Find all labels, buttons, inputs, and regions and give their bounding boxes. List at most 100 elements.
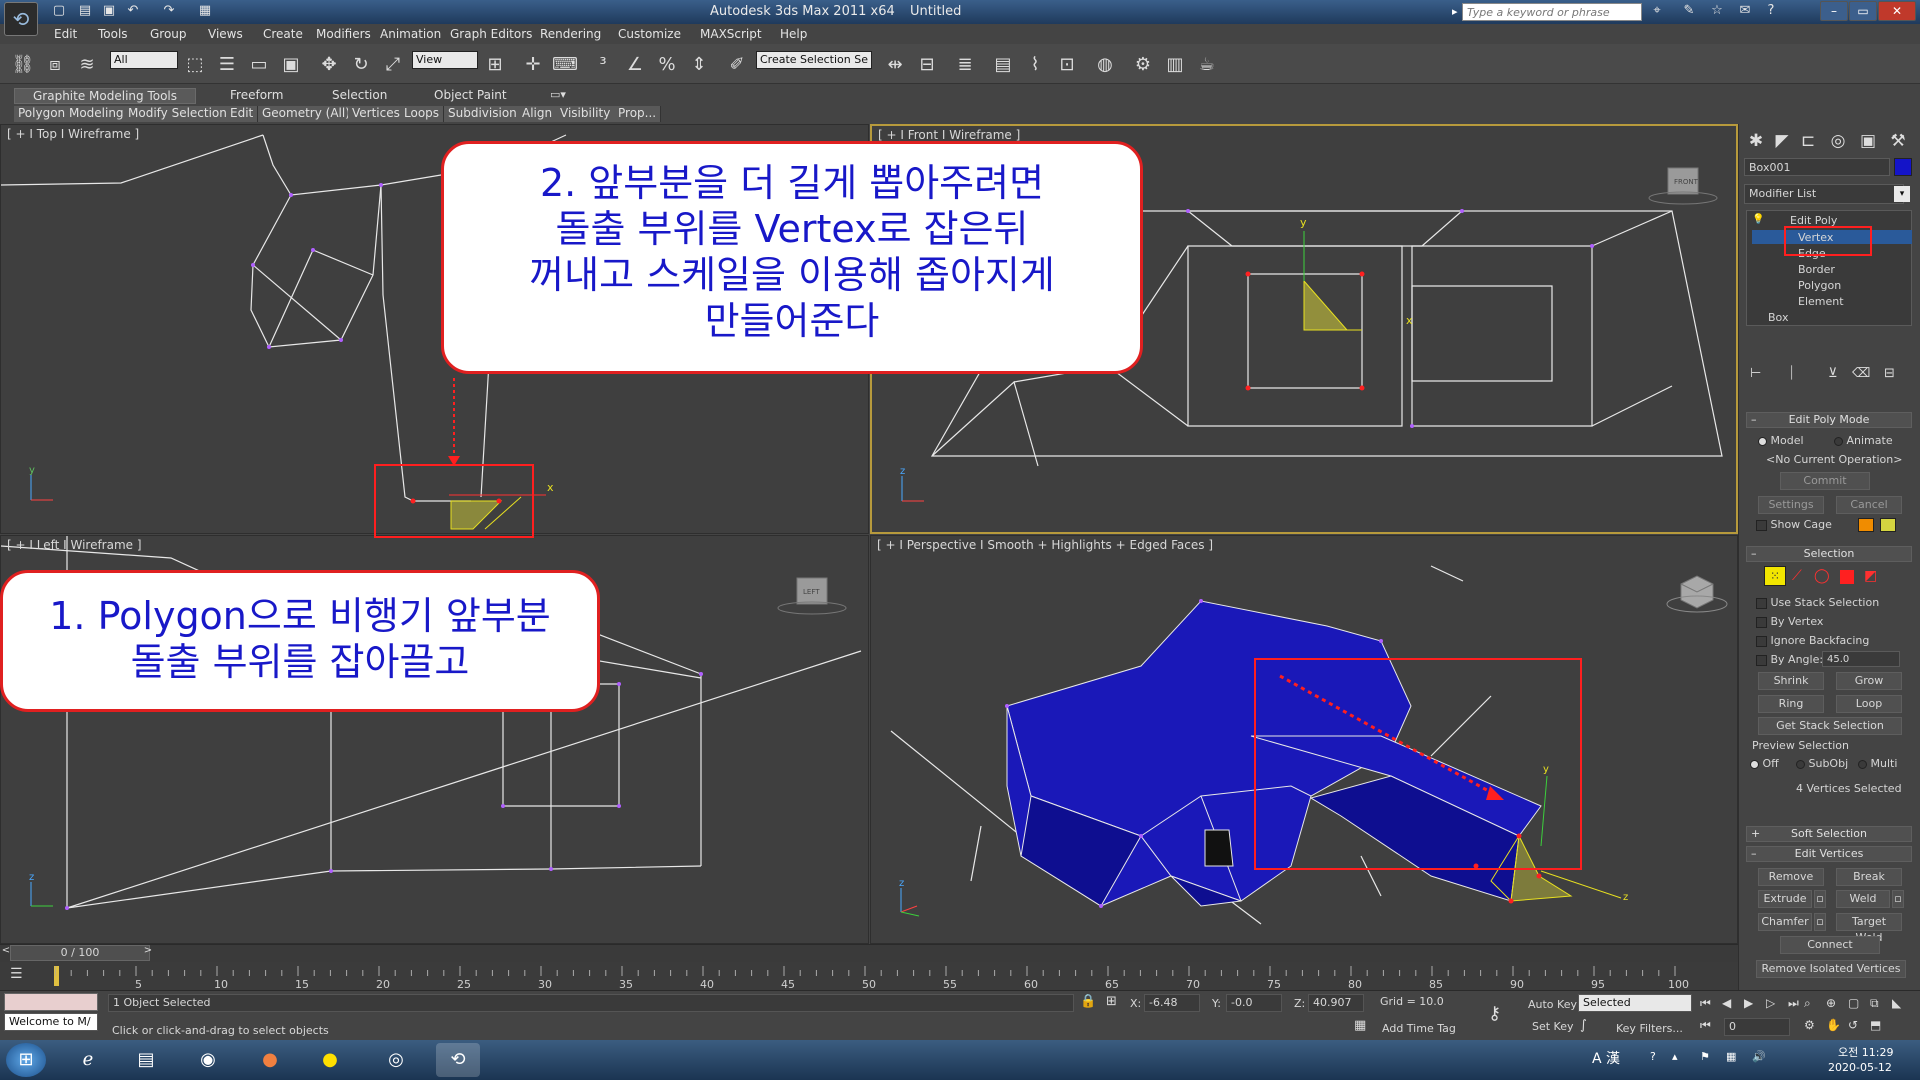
- binoculars-icon[interactable]: ⌖: [1648, 3, 1666, 19]
- ribbon-options-icon[interactable]: ▭▾: [550, 88, 566, 101]
- radio-animate[interactable]: Animate: [1834, 434, 1893, 447]
- select-object-icon[interactable]: ⬚: [182, 52, 208, 78]
- by-angle-checkbox[interactable]: By Angle:: [1756, 653, 1823, 666]
- connect-button[interactable]: Connect: [1780, 936, 1880, 954]
- preview-subobj-dot[interactable]: [1796, 759, 1805, 769]
- object-color-swatch[interactable]: [1894, 158, 1912, 176]
- viewport-top-label[interactable]: [ + Ι Top Ι Wireframe ]: [7, 127, 139, 141]
- field-of-view-icon[interactable]: ◣: [1892, 996, 1901, 1010]
- rollout-edit-vertices[interactable]: – Edit Vertices: [1746, 846, 1912, 862]
- taskbar-date[interactable]: 2020-05-12: [1828, 1061, 1892, 1074]
- show-cage-box[interactable]: [1756, 519, 1767, 531]
- ribbon-tab-freeform[interactable]: Freeform: [230, 88, 283, 104]
- zoom-extents-all-icon[interactable]: ⧉: [1870, 996, 1879, 1011]
- ring-button[interactable]: Ring: [1758, 695, 1824, 713]
- time-slider-track[interactable]: [0, 944, 1738, 962]
- menu-graph-editors[interactable]: Graph Editors: [450, 27, 532, 41]
- vertex-mode-icon[interactable]: ⁙: [1764, 566, 1786, 586]
- viewcube-front-face[interactable]: FRONT: [1674, 178, 1698, 186]
- chrome-icon[interactable]: ◉: [186, 1043, 230, 1077]
- extrude-button[interactable]: Extrude: [1758, 890, 1812, 908]
- layer-manager-icon[interactable]: ≣: [952, 52, 978, 78]
- loop-button[interactable]: Loop: [1836, 695, 1902, 713]
- reference-coordinate-dropdown[interactable]: View: [412, 51, 478, 69]
- taskbar-time[interactable]: 오전 11:29: [1838, 1044, 1893, 1060]
- modify-tab-icon[interactable]: ◤: [1770, 130, 1794, 152]
- cage-selected-color-swatch[interactable]: [1880, 518, 1896, 532]
- search-toggle-icon[interactable]: ▸: [1452, 5, 1458, 18]
- motion-tab-icon[interactable]: ◎: [1826, 130, 1850, 152]
- keyboard-shortcut-icon[interactable]: ⌨: [552, 52, 578, 78]
- by-vertex-checkbox[interactable]: By Vertex: [1756, 615, 1823, 628]
- commit-button[interactable]: Commit: [1780, 472, 1870, 490]
- viewport-left-label[interactable]: [ + Ι Left Ι Wireframe ]: [7, 538, 142, 552]
- pivot-center-icon[interactable]: ⊞: [482, 52, 508, 78]
- pin-stack-icon[interactable]: ⊢: [1750, 366, 1761, 381]
- save-icon[interactable]: ▣: [100, 3, 118, 19]
- cancel-button[interactable]: Cancel: [1836, 496, 1902, 514]
- weld-settings-icon[interactable]: ▫: [1892, 890, 1904, 908]
- search-input[interactable]: Type a keyword or phrase: [1462, 3, 1642, 21]
- break-button[interactable]: Break: [1836, 868, 1902, 886]
- remove-button[interactable]: Remove: [1758, 868, 1824, 886]
- mirror-icon[interactable]: ⇹: [882, 52, 908, 78]
- edit-named-selection-icon[interactable]: ✐: [724, 52, 750, 78]
- time-slider-thumb[interactable]: 0 / 100: [10, 945, 150, 961]
- bind-space-warp-icon[interactable]: ≋: [74, 52, 100, 78]
- time-tag-icon[interactable]: ▦: [1354, 1018, 1366, 1033]
- y-coordinate-field[interactable]: -0.0: [1226, 994, 1282, 1012]
- stack-item-box[interactable]: Box: [1768, 311, 1788, 324]
- rendered-frame-icon[interactable]: ▥: [1162, 52, 1188, 78]
- play-icon[interactable]: ▶: [1744, 996, 1753, 1010]
- by-angle-box[interactable]: [1756, 654, 1767, 666]
- redo-icon[interactable]: ↷: [160, 3, 178, 19]
- subtab-loops[interactable]: Loops: [400, 106, 445, 122]
- selection-filter-dropdown[interactable]: All: [110, 51, 178, 69]
- key-mode-dropdown[interactable]: Selected: [1578, 994, 1692, 1012]
- hierarchy-tab-icon[interactable]: ⊏: [1796, 130, 1820, 152]
- time-config-icon[interactable]: ⚙: [1804, 1018, 1815, 1032]
- key-filter-curve-icon[interactable]: ∫: [1580, 1018, 1587, 1033]
- key-mode-toggle-icon[interactable]: ⏮: [1700, 1018, 1711, 1033]
- menu-views[interactable]: Views: [208, 27, 243, 41]
- perspective-viewcube[interactable]: [1666, 575, 1728, 613]
- go-to-end-icon[interactable]: ⏭: [1788, 996, 1799, 1011]
- tray-network-icon[interactable]: ▦: [1726, 1050, 1736, 1063]
- go-to-start-icon[interactable]: ⏮: [1700, 996, 1711, 1011]
- communication-icon[interactable]: ✉: [1736, 3, 1754, 19]
- make-unique-icon[interactable]: ⊻: [1828, 366, 1838, 381]
- percent-snap-icon[interactable]: %: [654, 52, 680, 78]
- modifier-list-dropdown[interactable]: Modifier List: [1744, 184, 1904, 204]
- weld-button[interactable]: Weld: [1836, 890, 1890, 908]
- 3ds-max-taskbar-icon[interactable]: ⟲: [436, 1043, 480, 1077]
- create-tab-icon[interactable]: ✱: [1744, 130, 1768, 152]
- subtab-subdivision[interactable]: Subdivision: [444, 106, 522, 122]
- extrude-settings-icon[interactable]: ▫: [1814, 890, 1826, 908]
- ignore-backfacing-checkbox[interactable]: Ignore Backfacing: [1756, 634, 1869, 647]
- unlink-icon[interactable]: ⧈: [42, 52, 68, 78]
- start-button[interactable]: ⊞: [6, 1043, 46, 1077]
- menu-customize[interactable]: Customize: [618, 27, 681, 41]
- stack-item-element[interactable]: Element: [1798, 295, 1844, 308]
- subtab-geometry[interactable]: Geometry (All): [258, 106, 355, 122]
- minimize-button[interactable]: –: [1820, 1, 1848, 21]
- render-production-icon[interactable]: ☕: [1194, 52, 1220, 78]
- subtab-polygon-modeling[interactable]: Polygon Modeling: [14, 106, 129, 122]
- material-editor-icon[interactable]: ◍: [1092, 52, 1118, 78]
- select-manipulate-icon[interactable]: ✛: [520, 52, 546, 78]
- project-folder-icon[interactable]: ▦: [196, 3, 214, 19]
- use-stack-selection-checkbox[interactable]: Use Stack Selection: [1756, 596, 1879, 609]
- element-mode-icon[interactable]: ◩: [1864, 568, 1877, 584]
- preview-off-dot[interactable]: [1750, 759, 1759, 769]
- z-coordinate-field[interactable]: 40.907: [1308, 994, 1364, 1012]
- spinner-snap-icon[interactable]: ⇕: [686, 52, 712, 78]
- schematic-view-icon[interactable]: ⊡: [1054, 52, 1080, 78]
- tray-chevron-icon[interactable]: ▴: [1672, 1050, 1678, 1063]
- rollout-selection[interactable]: – Selection: [1746, 546, 1912, 562]
- zoom-icon[interactable]: ⌕: [1804, 996, 1811, 1011]
- preview-multi-dot[interactable]: [1858, 759, 1867, 769]
- select-rotate-icon[interactable]: ↻: [348, 52, 374, 78]
- x-coordinate-field[interactable]: -6.48: [1144, 994, 1200, 1012]
- menu-maxscript[interactable]: MAXScript: [700, 27, 762, 41]
- select-scale-icon[interactable]: ⤢: [380, 52, 406, 78]
